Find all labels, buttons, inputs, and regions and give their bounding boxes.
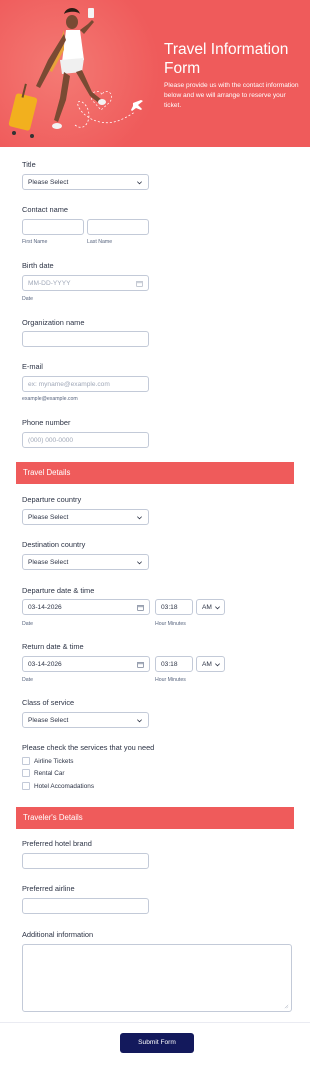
submit-button[interactable]: Submit Form	[120, 1033, 194, 1053]
travel-details-title: Travel Details	[23, 468, 71, 477]
additional-info-label: Additional information	[22, 930, 94, 939]
title-select[interactable]: Please Select	[22, 174, 149, 190]
hotel-brand-input[interactable]	[22, 853, 149, 869]
destination-country-value: Please Select	[28, 559, 69, 566]
return-ampm-select[interactable]: AM	[196, 656, 225, 672]
calendar-icon[interactable]	[137, 604, 144, 611]
rental-car-checkbox[interactable]	[22, 769, 30, 777]
departure-country-label: Departure country	[22, 495, 82, 504]
traveler-illustration	[8, 8, 143, 138]
class-of-service-value: Please Select	[28, 717, 69, 724]
return-date-input[interactable]: 03-14-2026	[22, 656, 150, 672]
departure-country-select[interactable]: Please Select	[22, 509, 149, 525]
airline-label: Preferred airline	[22, 884, 75, 893]
travelers-details-title: Traveler's Details	[23, 813, 83, 822]
travelers-details-header: Traveler's Details	[16, 807, 294, 829]
destination-country-label: Destination country	[22, 540, 86, 549]
class-of-service-label: Class of service	[22, 698, 75, 707]
birth-date-placeholder: MM-DD-YYYY	[28, 280, 71, 287]
return-ampm-value: AM	[202, 661, 212, 668]
departure-time-sublabel: Hour Minutes	[155, 621, 186, 627]
airline-tickets-label: Airline Tickets	[34, 758, 74, 765]
form-header: Travel Information Form Please provide u…	[0, 0, 310, 147]
title-select-value: Please Select	[28, 179, 69, 186]
last-name-input[interactable]	[87, 219, 149, 235]
departure-datetime-label: Departure date & time	[22, 586, 95, 595]
hotel-accommodations-label: Hotel Accomadations	[34, 783, 95, 790]
title-label: Title	[22, 160, 36, 169]
return-time-sublabel: Hour Minutes	[155, 677, 186, 683]
departure-time-value: 03:18	[161, 604, 178, 611]
contact-name-label: Contact name	[22, 205, 69, 214]
email-sublabel: example@example.com	[22, 396, 78, 402]
first-name-input[interactable]	[22, 219, 84, 235]
return-time-value: 03:18	[161, 661, 178, 668]
chevron-down-icon	[137, 181, 142, 185]
departure-ampm-select[interactable]: AM	[196, 599, 225, 615]
phone-placeholder: (000) 000-0000	[28, 437, 74, 444]
travel-details-header: Travel Details	[16, 462, 294, 484]
return-date-value: 03-14-2026	[28, 661, 62, 668]
hotel-accommodations-checkbox[interactable]	[22, 782, 30, 790]
organization-label: Organization name	[22, 318, 85, 327]
chevron-down-icon	[215, 606, 220, 610]
airline-tickets-checkbox[interactable]	[22, 757, 30, 765]
rental-car-label: Rental Car	[34, 770, 65, 777]
airline-input[interactable]	[22, 898, 149, 914]
calendar-icon[interactable]	[136, 280, 143, 287]
departure-time-input[interactable]: 03:18	[155, 599, 193, 615]
first-name-sublabel: First Name	[22, 239, 48, 245]
chevron-down-icon	[137, 516, 142, 520]
birth-date-label: Birth date	[22, 261, 54, 270]
chevron-down-icon	[137, 561, 142, 565]
organization-input[interactable]	[22, 331, 149, 347]
return-datetime-label: Return date & time	[22, 642, 84, 651]
birth-date-input[interactable]: MM-DD-YYYY	[22, 275, 149, 291]
return-date-sublabel: Date	[22, 677, 33, 683]
departure-date-sublabel: Date	[22, 621, 33, 627]
resize-handle-icon[interactable]	[284, 1004, 289, 1009]
additional-info-textarea[interactable]	[22, 944, 292, 1012]
hotel-brand-label: Preferred hotel brand	[22, 839, 92, 848]
last-name-sublabel: Last Name	[87, 239, 113, 245]
departure-date-value: 03-14-2026	[28, 604, 62, 611]
class-of-service-select[interactable]: Please Select	[22, 712, 149, 728]
email-input[interactable]: ex: myname@example.com	[22, 376, 149, 392]
departure-country-value: Please Select	[28, 514, 69, 521]
birth-date-sublabel: Date	[22, 296, 33, 302]
services-label: Please check the services that you need	[22, 743, 155, 752]
footer-divider	[0, 1022, 310, 1023]
departure-date-input[interactable]: 03-14-2026	[22, 599, 150, 615]
phone-input[interactable]: (000) 000-0000	[22, 432, 149, 448]
calendar-icon[interactable]	[137, 661, 144, 668]
departure-ampm-value: AM	[202, 604, 212, 611]
destination-country-select[interactable]: Please Select	[22, 554, 149, 570]
form-subtitle: Please provide us with the contact infor…	[164, 82, 299, 109]
chevron-down-icon	[215, 663, 220, 667]
chevron-down-icon	[137, 719, 142, 723]
return-time-input[interactable]: 03:18	[155, 656, 193, 672]
form-page: Travel Information Form Please provide u…	[0, 0, 310, 1070]
email-placeholder: ex: myname@example.com	[28, 381, 110, 388]
form-title: Travel Information Form	[164, 41, 289, 77]
email-label: E-mail	[22, 362, 43, 371]
phone-label: Phone number	[22, 418, 71, 427]
